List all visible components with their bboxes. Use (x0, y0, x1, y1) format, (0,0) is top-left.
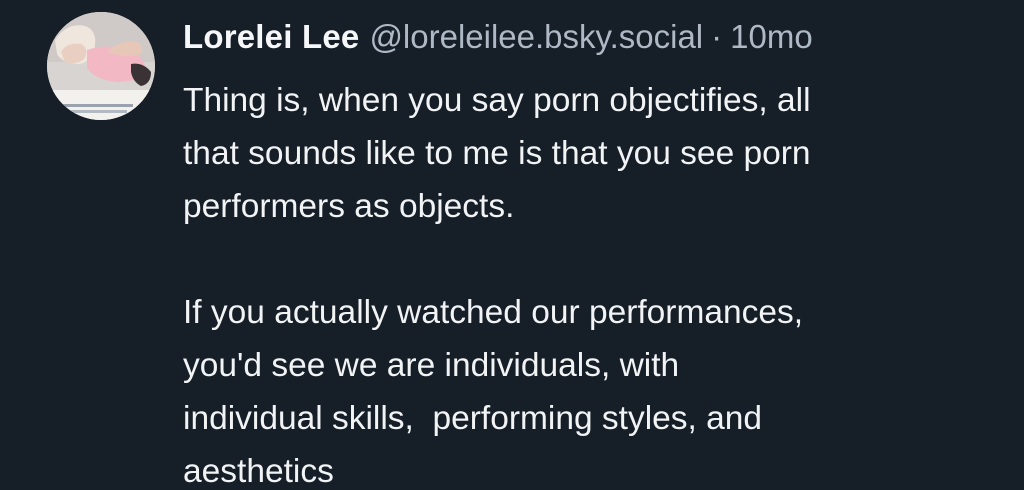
post-timestamp[interactable]: 10mo (730, 18, 813, 55)
post-text-line: individual skills, performing styles, an… (183, 400, 763, 437)
previous-post-text-fragment (183, 0, 483, 6)
header-separator: · (711, 18, 723, 55)
post-text: Thing is, when you say porn objectifies,… (183, 74, 1003, 490)
post-paragraph: If you actually watched our performances… (183, 286, 1003, 490)
author-name[interactable]: Lorelei Lee (183, 18, 359, 55)
post-text-line: aesthetics (183, 453, 334, 490)
post-paragraph: Thing is, when you say porn objectifies,… (183, 74, 1003, 233)
author-handle[interactable]: @loreleilee.bsky.social (369, 18, 703, 55)
post-text-line: performers as objects. (183, 188, 515, 225)
post-text-line: Thing is, when you say porn objectifies,… (183, 82, 811, 119)
post-text-line: that sounds like to me is that you see p… (183, 135, 811, 172)
post-text-line: you'd see we are individuals, with (183, 347, 680, 384)
post-text-line: If you actually watched our performances… (183, 294, 804, 331)
avatar-photo-icon (47, 12, 155, 120)
author-avatar[interactable] (47, 12, 155, 120)
post-item[interactable]: Lorelei Lee @loreleilee.bsky.social · 10mo … (0, 0, 1024, 490)
post-header: Lorelei Lee @loreleilee.bsky.social · 10mo (183, 14, 813, 60)
